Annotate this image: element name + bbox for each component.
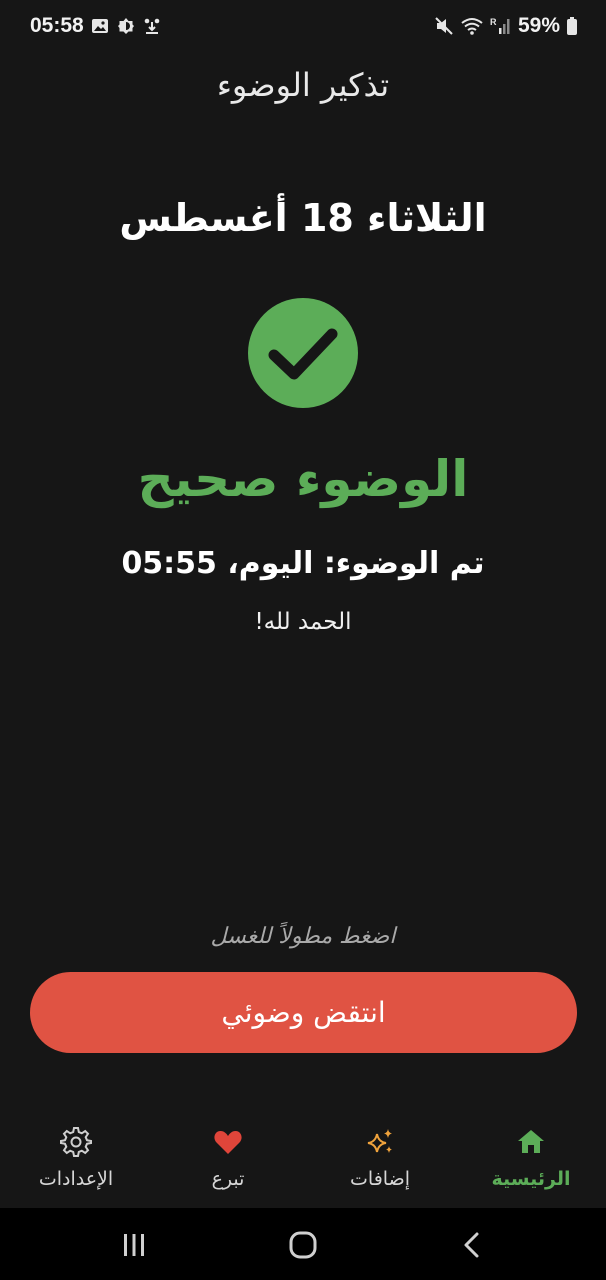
mute-icon — [435, 17, 453, 35]
app-title: تذكير الوضوء — [216, 66, 390, 104]
home-icon — [518, 1130, 544, 1153]
signal-icon: R — [490, 17, 510, 34]
heart-icon — [214, 1131, 242, 1154]
brightness-icon — [118, 18, 134, 34]
nav-label-home: الرئيسية — [491, 1168, 571, 1190]
system-navigation-bar — [0, 1208, 606, 1280]
bottom-navigation: الرئيسية إضافات تبرع الإعدادات — [0, 1112, 606, 1208]
nav-item-settings[interactable]: الإعدادات — [11, 1112, 141, 1208]
nav-label-settings: الإعدادات — [38, 1168, 114, 1190]
gear-icon — [60, 1127, 92, 1157]
date-heading: الثلاثاء 18 أغسطس — [119, 196, 487, 240]
battery-icon — [567, 17, 577, 35]
nav-label-donate: تبرع — [211, 1168, 245, 1190]
nav-item-donate[interactable]: تبرع — [163, 1112, 293, 1208]
checkmark-icon — [268, 328, 338, 380]
status-right: R 59% — [434, 14, 578, 38]
status-left-icons — [91, 17, 161, 35]
sparkles-icon — [367, 1129, 392, 1153]
back-icon[interactable] — [456, 1228, 490, 1262]
recent-apps-icon[interactable] — [117, 1228, 151, 1262]
status-time: 05:58 — [30, 14, 84, 37]
home-button-icon[interactable] — [286, 1228, 320, 1262]
screen: 05:58 R 59% تذكير الوضوء الثلاثاء 18 أغس… — [0, 0, 606, 1280]
praise-text: الحمد لله! — [254, 609, 352, 635]
status-bar: 05:58 R 59% — [0, 0, 606, 56]
wudu-valid-badge — [248, 298, 358, 408]
download-icon — [144, 18, 160, 34]
wudu-status-title: الوضوء صحيح — [137, 450, 469, 508]
break-wudu-button[interactable]: انتقض وضوئي — [30, 972, 577, 1053]
svg-text:R: R — [490, 17, 497, 27]
nav-item-home[interactable]: الرئيسية — [466, 1112, 596, 1208]
long-press-hint: اضغط مطولاً للغسل — [210, 924, 396, 949]
battery-percent: 59% — [517, 14, 560, 37]
image-notification-icon — [92, 19, 108, 33]
nav-item-extras[interactable]: إضافات — [315, 1112, 445, 1208]
wifi-icon — [461, 18, 483, 35]
nav-label-extras: إضافات — [350, 1168, 410, 1190]
wudu-time-text: تم الوضوء: اليوم، 05:55 — [121, 546, 485, 581]
